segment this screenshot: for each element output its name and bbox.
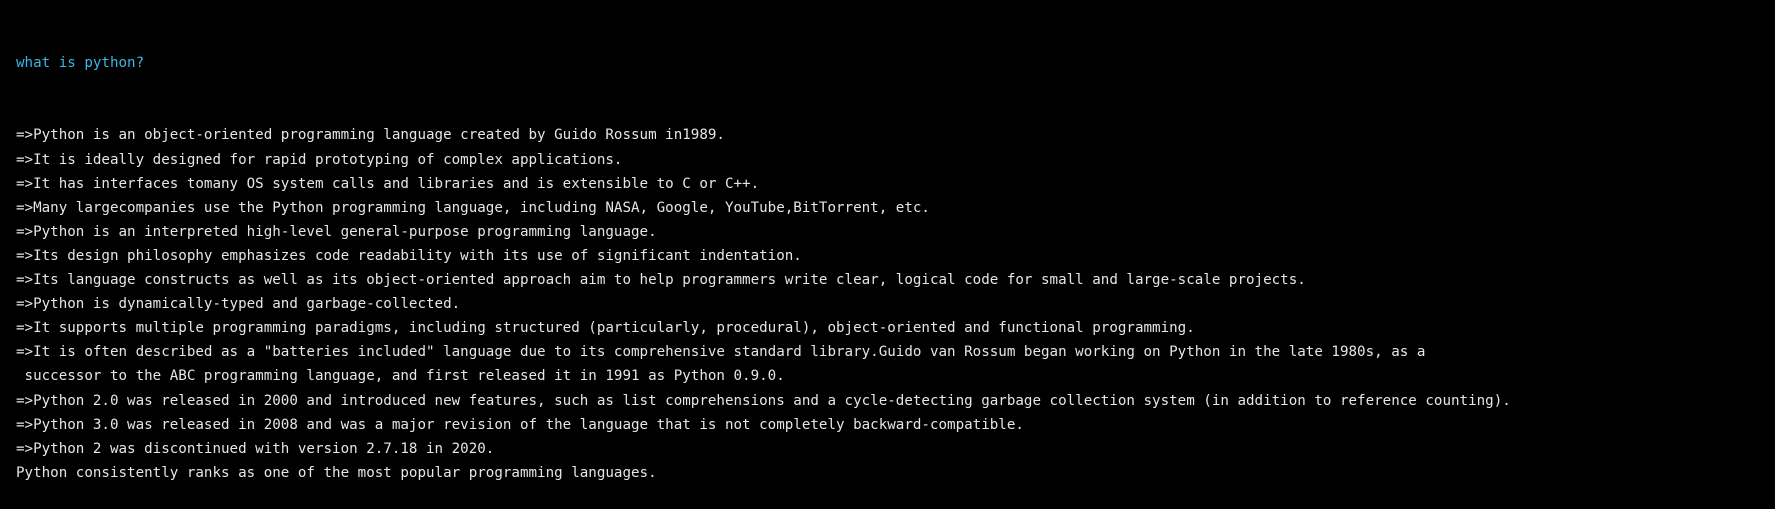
output-line: =>Its language constructs as well as its… (16, 272, 1306, 289)
user-input-line: what is python? (16, 55, 145, 72)
output-line: =>It supports multiple programming parad… (16, 320, 1195, 337)
output-line: =>Python is dynamically-typed and garbag… (16, 296, 461, 313)
output-line: =>It has interfaces tomany OS system cal… (16, 175, 760, 192)
output-line: =>Many largecompanies use the Python pro… (16, 199, 930, 216)
output-line: =>It is ideally designed for rapid proto… (16, 151, 623, 168)
output-line: =>Its design philosophy emphasizes code … (16, 247, 802, 264)
output-line: =>Python is an interpreted high-level ge… (16, 223, 657, 240)
output-line: =>Python 2.0 was released in 2000 and in… (16, 392, 1511, 409)
console-output: what is python? =>Python is an object-or… (0, 0, 1775, 509)
output-lines: =>Python is an object-oriented programmi… (16, 123, 1775, 484)
output-line: successor to the ABC programming languag… (16, 368, 785, 385)
output-line: =>Python is an object-oriented programmi… (16, 127, 725, 144)
output-line: =>Python 2 was discontinued with version… (16, 440, 495, 457)
output-line: =>It is often described as a "batteries … (16, 344, 1426, 361)
output-line: =>Python 3.0 was released in 2008 and wa… (16, 416, 1024, 433)
output-line: Python consistently ranks as one of the … (16, 464, 657, 481)
